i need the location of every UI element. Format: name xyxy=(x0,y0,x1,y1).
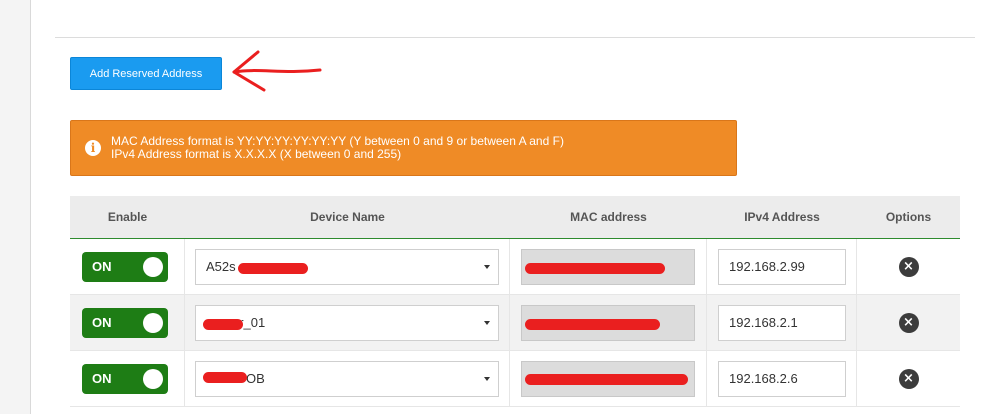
header-enable: Enable xyxy=(107,210,148,224)
header-options: Options xyxy=(885,210,932,224)
redaction-mark xyxy=(203,372,247,383)
redaction-mark xyxy=(203,319,243,330)
enable-toggle[interactable]: ON xyxy=(82,363,168,394)
redaction-mark xyxy=(525,263,665,274)
close-icon[interactable]: × xyxy=(898,256,919,277)
ipv4-input[interactable] xyxy=(718,248,846,285)
ipv4-input[interactable] xyxy=(718,304,846,341)
redaction-mark xyxy=(238,263,308,274)
close-icon[interactable]: × xyxy=(898,312,919,333)
chevron-down-icon xyxy=(484,376,490,381)
enable-toggle[interactable]: ON xyxy=(82,251,168,282)
ipv4-input[interactable] xyxy=(718,360,846,397)
table-row: ON A52s × xyxy=(70,239,960,295)
chevron-down-icon xyxy=(484,320,490,325)
close-icon[interactable]: × xyxy=(898,368,919,389)
format-info-alert: i MAC Address format is YY:YY:YY:YY:YY:Y… xyxy=(70,120,737,176)
table-header: Enable Device Name MAC address IPv4 Addr… xyxy=(70,196,960,239)
header-mac-address: MAC address xyxy=(570,210,647,224)
alert-ipv4-format: IPv4 Address format is X.X.X.X (X betwee… xyxy=(111,147,402,161)
divider xyxy=(55,37,975,38)
left-sidebar xyxy=(0,0,31,414)
chevron-down-icon xyxy=(484,264,490,269)
add-reserved-address-button[interactable]: Add Reserved Address xyxy=(70,57,222,90)
header-ipv4-address: IPv4 Address xyxy=(744,210,820,224)
info-icon: i xyxy=(85,140,101,156)
redaction-mark xyxy=(525,374,688,385)
enable-toggle[interactable]: ON xyxy=(82,307,168,338)
redaction-mark xyxy=(525,319,660,330)
annotation-arrow xyxy=(232,50,322,92)
header-device-name: Device Name xyxy=(310,210,385,224)
